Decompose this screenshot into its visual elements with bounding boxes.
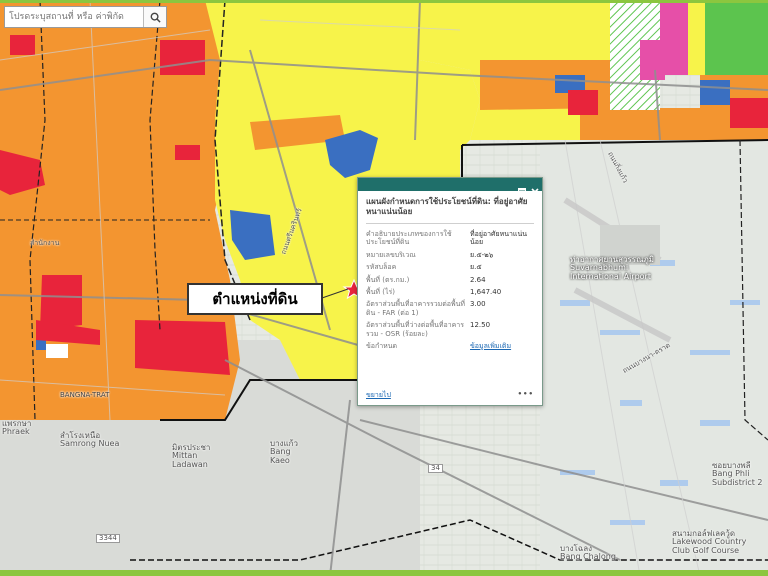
map-label-phraek-en: Phraek bbox=[2, 427, 30, 437]
more-options-button[interactable]: ••• bbox=[518, 390, 534, 401]
map-label-bangphli: ซอยบางพลี Bang Phli Subdistrict 2 bbox=[712, 461, 763, 487]
popup-row: อัตราส่วนพื้นที่ว่างต่อพื้นที่อาคารรวม -… bbox=[366, 319, 534, 340]
close-icon[interactable] bbox=[531, 181, 539, 196]
map-label-mittr-en2: Ladawan bbox=[172, 459, 208, 469]
map-label-bangkaeo: บางแก้ว Bang Kaeo bbox=[270, 439, 298, 465]
popup-row-value: 1,647.40 bbox=[470, 287, 502, 296]
popup-row-key: ข้อกำหนด bbox=[366, 341, 398, 350]
map-label-samrong: สำโรงเหนือ Samrong Nuea bbox=[60, 431, 120, 449]
map-label-road-bangna: BANGNA-TRAT bbox=[60, 391, 110, 399]
restore-icon[interactable] bbox=[518, 181, 526, 196]
map-label-bangphli-en2: Subdistrict 2 bbox=[712, 477, 763, 487]
popup-row: ข้อกำหนด ข้อมูลเพิ่มเติม bbox=[366, 340, 534, 352]
land-location-callout: ตำแหน่งที่ดิน bbox=[187, 283, 323, 315]
search-box bbox=[4, 6, 167, 28]
map-label-lakewood-en2: Club Golf Course bbox=[672, 545, 740, 555]
popup-title: แผนผังกำหนดการใช้ประโยชน์ที่ดิน: ที่อยู่… bbox=[366, 197, 534, 224]
popup-row-key: หมายเลขบริเวณ bbox=[366, 250, 416, 259]
popup-row: พื้นที่ (ไร่) 1,647.40 bbox=[366, 286, 534, 298]
popup-row-value: ย.๕ bbox=[470, 263, 482, 272]
popup-row-value: ย.๕-๒๖ bbox=[470, 250, 494, 259]
map-label-samrong-en: Samrong Nuea bbox=[60, 439, 120, 449]
bottom-frame-border bbox=[0, 570, 768, 576]
popup-row-value: 12.50 bbox=[470, 321, 491, 330]
popup-row: คำอธิบายประเภทของการใช้ประโยชน์ที่ดิน ที… bbox=[366, 228, 534, 249]
more-info-link[interactable]: ข้อมูลเพิ่มเติม bbox=[470, 340, 534, 352]
popup-row-key: พื้นที่ (ตร.กม.) bbox=[366, 275, 410, 284]
popup-row-key: อัตราส่วนพื้นที่ว่างต่อพื้นที่อาคารรวม -… bbox=[366, 321, 464, 338]
map-label-route-3344: 3344 bbox=[96, 534, 120, 544]
popup-row-key: พื้นที่ (ไร่) bbox=[366, 287, 395, 296]
map-label-bangkaeo-en2: Kaeo bbox=[270, 455, 290, 465]
map-label-office: สำนักงาน bbox=[30, 239, 60, 247]
popup-row: อัตราส่วนพื้นที่อาคารรวมต่อพื้นที่ดิน - … bbox=[366, 298, 534, 319]
popup-row-value: ที่อยู่อาศัยหนาแน่นน้อย bbox=[470, 230, 528, 247]
top-frame-border bbox=[0, 0, 768, 3]
popup-footer: ขยายไป ••• bbox=[366, 390, 534, 401]
popup-row-key: อัตราส่วนพื้นที่อาคารรวมต่อพื้นที่ดิน - … bbox=[366, 300, 466, 317]
map-label-bangchalong-en: Bang Chalong bbox=[560, 552, 616, 562]
popup-row-value: 2.64 bbox=[470, 275, 486, 284]
search-input[interactable] bbox=[5, 7, 145, 27]
popup-row: รหัสบล็อค ย.๕ bbox=[366, 261, 534, 273]
map-label-airport-en2: International Airport bbox=[570, 271, 651, 281]
map-label-bangchalong: บางโฉลง Bang Chalong bbox=[560, 544, 616, 562]
popup-row: หมายเลขบริเวณ ย.๕-๒๖ bbox=[366, 249, 534, 261]
map-label-route-34: 34 bbox=[428, 464, 443, 474]
info-popup: แผนผังกำหนดการใช้ประโยชน์ที่ดิน: ที่อยู่… bbox=[357, 177, 543, 406]
map-label-phraek: แพรกษา Phraek bbox=[2, 419, 31, 437]
popup-row-value: 3.00 bbox=[470, 300, 486, 309]
map-label-lakewood: สนามกอล์ฟเลควู้ด Lakewood Country Club G… bbox=[672, 529, 746, 555]
map-label-airport: ท่าอากาศยานสุวรรณภูมิ Suvarnabhumi Inter… bbox=[570, 255, 654, 281]
map-label-mittr: มิตรประชา Mittan Ladawan bbox=[172, 443, 210, 469]
popup-row: พื้นที่ (ตร.กม.) 2.64 bbox=[366, 274, 534, 286]
popup-header bbox=[358, 178, 542, 196]
popup-row-key: คำอธิบายประเภทของการใช้ประโยชน์ที่ดิน bbox=[366, 230, 452, 247]
zoom-to-link[interactable]: ขยายไป bbox=[366, 390, 391, 401]
popup-row-key: รหัสบล็อค bbox=[366, 263, 397, 272]
search-icon bbox=[150, 12, 161, 23]
search-button[interactable] bbox=[143, 7, 166, 27]
